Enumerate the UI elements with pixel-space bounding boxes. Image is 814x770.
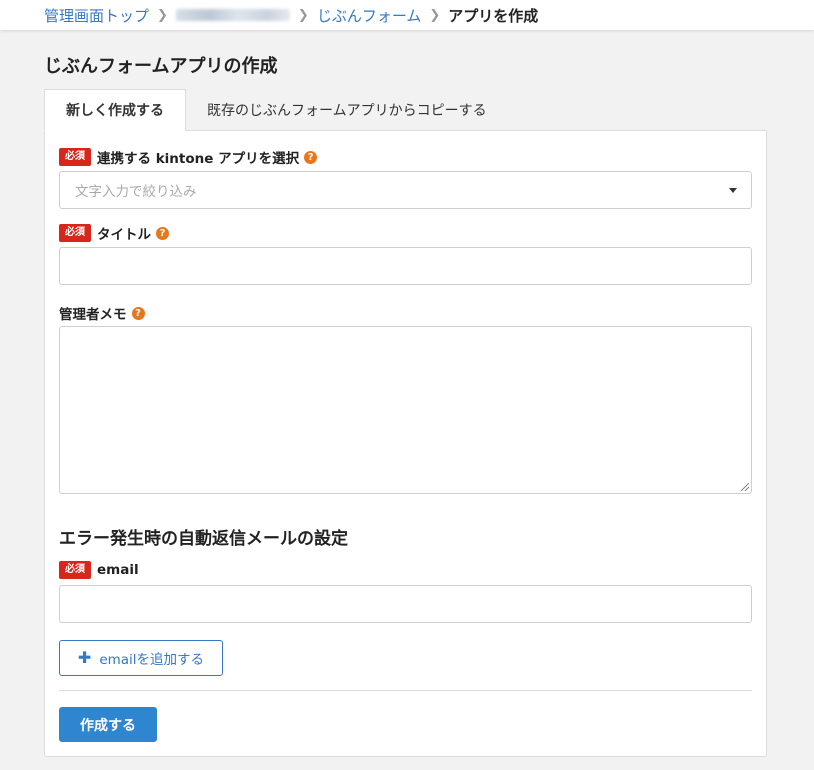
breadcrumb-admin-top-link[interactable]: 管理画面トップ [44,5,149,26]
divider [59,690,752,691]
breadcrumb: 管理画面トップ ❯ ❯ じぶんフォーム ❯ アプリを作成 [0,0,814,30]
help-icon[interactable]: ? [304,150,318,164]
add-email-button[interactable]: ✚ emailを追加する [59,640,223,676]
kintone-app-label-row: 必須 連携する kintone アプリを選択 ? [59,147,318,167]
email-label-row: 必須 email [59,561,139,579]
chevron-right-icon: ❯ [157,7,168,23]
tab-copy-existing[interactable]: 既存のじぶんフォームアプリからコピーする [186,89,508,131]
admin-memo-textarea[interactable] [59,326,752,494]
breadcrumb-current: アプリを作成 [448,6,539,25]
email-label: email [97,562,139,578]
help-icon[interactable]: ? [156,226,169,240]
breadcrumb-redacted-link[interactable] [175,9,290,21]
kintone-app-select-placeholder: 文字入力で絞り込み [75,184,197,200]
tab-create-new[interactable]: 新しく作成する [44,89,186,131]
create-button[interactable]: 作成する [59,707,157,742]
kintone-app-select[interactable]: 文字入力で絞り込み [59,171,752,209]
tab-bar: 新しく作成する 既存のじぶんフォームアプリからコピーする [44,89,508,131]
chevron-right-icon: ❯ [429,7,441,23]
form-panel: 必須 連携する kintone アプリを選択 ? 文字入力で絞り込み 必須 タイ… [44,130,767,757]
chevron-right-icon: ❯ [297,7,309,23]
admin-memo-label-row: 管理者メモ ? [59,303,145,323]
caret-down-icon [729,188,737,193]
title-label: タイトル [97,227,151,243]
email-input[interactable] [59,585,752,623]
title-input[interactable] [59,247,752,285]
page-title: じぶんフォームアプリの作成 [44,56,278,77]
required-badge: 必須 [59,224,91,242]
resize-handle-icon[interactable] [741,483,749,491]
title-label-row: 必須 タイトル ? [59,223,169,243]
admin-memo-label: 管理者メモ [59,307,127,323]
help-icon[interactable]: ? [131,306,145,320]
error-mail-section-title: エラー発生時の自動返信メールの設定 [59,529,348,549]
breadcrumb-jibun-form-link[interactable]: じぶんフォーム [317,5,422,26]
plus-icon: ✚ [77,648,92,667]
required-badge: 必須 [59,148,91,166]
kintone-app-label: 連携する kintone アプリを選択 [97,151,300,167]
add-email-label: emailを追加する [99,652,205,668]
required-badge: 必須 [59,561,91,579]
